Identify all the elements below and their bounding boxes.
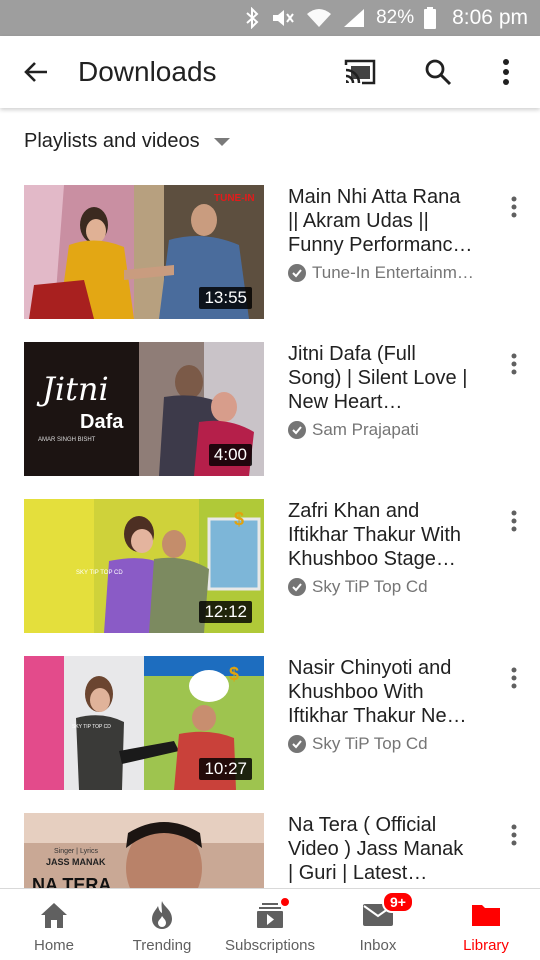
video-title[interactable]: Main Nhi Atta Rana || Akram Udas || Funn… — [288, 185, 488, 257]
video-thumbnail[interactable]: Jitni Dafa AMAR SINGH BISHT 4:00 — [24, 342, 264, 476]
inbox-mail-icon: 9+ — [362, 891, 414, 931]
video-item[interactable]: Singer | Lyrics JASS MANAK NA TERA Na Te… — [0, 813, 540, 888]
nav-trending[interactable]: Trending — [108, 889, 216, 960]
arrow-back-icon — [24, 62, 47, 82]
video-thumbnail[interactable]: $ SKY TIP TOP CD 12:12 — [24, 499, 264, 633]
mute-icon — [270, 8, 296, 28]
channel-name: Sam Prajapati — [312, 420, 419, 439]
channel-name: Tune-In Entertainm… — [312, 263, 474, 282]
app-bar: Downloads — [0, 36, 540, 108]
video-thumbnail[interactable]: TUNE-IN 13:55 — [24, 185, 264, 319]
nav-home[interactable]: Home — [0, 889, 108, 960]
channel-info: Sky TiP Top Cd — [288, 577, 488, 597]
status-bar: 82% 8:06 pm — [0, 0, 540, 36]
cast-icon — [344, 59, 376, 85]
video-more-button[interactable] — [502, 193, 526, 221]
dropdown-caret-icon — [213, 137, 230, 146]
battery-icon — [424, 7, 437, 29]
video-item[interactable]: $ SKY TIP TOP CD 12:12 Zafri Khan and If… — [0, 499, 540, 633]
channel-name: Sky TiP Top Cd — [312, 577, 428, 596]
search-icon — [425, 59, 452, 86]
verified-icon — [288, 421, 306, 439]
video-more-button[interactable] — [502, 507, 526, 535]
clock: 8:06 pm — [452, 6, 528, 29]
nav-label: Trending — [132, 937, 192, 954]
svg-text:JASS MANAK: JASS MANAK — [46, 857, 106, 867]
more-vert-icon — [511, 510, 517, 532]
more-vert-icon — [511, 196, 517, 218]
library-folder-icon — [471, 899, 501, 931]
video-more-button[interactable] — [502, 821, 526, 849]
video-duration: 4:00 — [208, 444, 252, 466]
more-options-button[interactable] — [492, 54, 520, 90]
svg-text:NA TERA: NA TERA — [32, 875, 111, 888]
nav-label: Subscriptions — [224, 937, 316, 954]
search-button[interactable] — [420, 54, 456, 90]
notification-dot — [280, 897, 290, 907]
video-more-button[interactable] — [502, 664, 526, 692]
video-thumbnail[interactable]: $ SKY TIP TOP CD 10:27 — [24, 656, 264, 790]
filter-label: Playlists and videos — [24, 130, 200, 152]
svg-text:$: $ — [229, 664, 239, 684]
home-icon — [39, 899, 69, 931]
channel-info: Sky TiP Top Cd — [288, 734, 488, 754]
back-button[interactable] — [18, 54, 54, 90]
inbox-badge: 9+ — [382, 891, 414, 913]
nav-inbox[interactable]: 9+ Inbox — [324, 889, 432, 960]
cast-button[interactable] — [340, 54, 380, 90]
nav-label: Library — [463, 937, 509, 954]
nav-library[interactable]: Library — [432, 889, 540, 960]
channel-info: Sam Prajapati — [288, 420, 488, 440]
signal-icon — [342, 8, 366, 28]
video-title[interactable]: Jitni Dafa (Full Song) | Silent Love | N… — [288, 342, 488, 414]
channel-info: Tune-In Entertainm… — [288, 263, 488, 283]
svg-text:Jitni: Jitni — [36, 370, 109, 408]
video-item[interactable]: Jitni Dafa AMAR SINGH BISHT 4:00 Jitni D… — [0, 342, 540, 476]
nav-label: Home — [33, 937, 74, 954]
verified-icon — [288, 264, 306, 282]
nav-subscriptions[interactable]: Subscriptions — [216, 889, 324, 960]
video-duration: 12:12 — [199, 601, 252, 623]
verified-icon — [288, 735, 306, 753]
video-item[interactable]: $ SKY TIP TOP CD 10:27 Nasir Chinyoti an… — [0, 656, 540, 790]
more-vert-icon — [503, 59, 509, 85]
trending-flame-icon — [150, 899, 174, 931]
channel-name: Sky TiP Top Cd — [312, 734, 428, 753]
video-duration: 10:27 — [199, 758, 252, 780]
subscriptions-icon — [256, 897, 290, 931]
video-title[interactable]: Zafri Khan and Iftikhar Thakur With Khus… — [288, 499, 488, 571]
svg-text:SKY TIP TOP CD: SKY TIP TOP CD — [76, 570, 123, 576]
svg-text:Dafa: Dafa — [80, 411, 124, 433]
verified-icon — [288, 578, 306, 596]
more-vert-icon — [511, 824, 517, 846]
nav-label: Inbox — [359, 937, 397, 954]
video-title[interactable]: Nasir Chinyoti and Khushboo With Iftikha… — [288, 656, 488, 728]
video-title[interactable]: Na Tera ( Official Video ) Jass Manak | … — [288, 813, 488, 885]
svg-text:TUNE-IN: TUNE-IN — [214, 193, 255, 204]
video-duration: 13:55 — [199, 287, 252, 309]
bluetooth-icon — [244, 7, 260, 29]
svg-text:Singer | Lyrics: Singer | Lyrics — [54, 848, 98, 855]
wifi-icon — [306, 8, 332, 28]
svg-text:AMAR SINGH BISHT: AMAR SINGH BISHT — [38, 437, 96, 443]
more-vert-icon — [511, 353, 517, 375]
video-item[interactable]: TUNE-IN 13:55 Main Nhi Atta Rana || Akra… — [0, 185, 540, 319]
more-vert-icon — [511, 667, 517, 689]
video-more-button[interactable] — [502, 350, 526, 378]
bottom-navigation: Home Trending Subscriptions 9+ Inbox Lib… — [0, 888, 540, 960]
svg-text:$: $ — [234, 509, 244, 529]
downloads-list[interactable]: TUNE-IN 13:55 Main Nhi Atta Rana || Akra… — [0, 185, 540, 888]
video-thumbnail[interactable]: Singer | Lyrics JASS MANAK NA TERA — [24, 813, 264, 888]
filter-dropdown[interactable]: Playlists and videos — [24, 130, 230, 153]
svg-text:SKY TIP TOP CD: SKY TIP TOP CD — [72, 724, 111, 730]
page-title: Downloads — [78, 56, 217, 87]
battery-percent: 82% — [376, 7, 415, 28]
